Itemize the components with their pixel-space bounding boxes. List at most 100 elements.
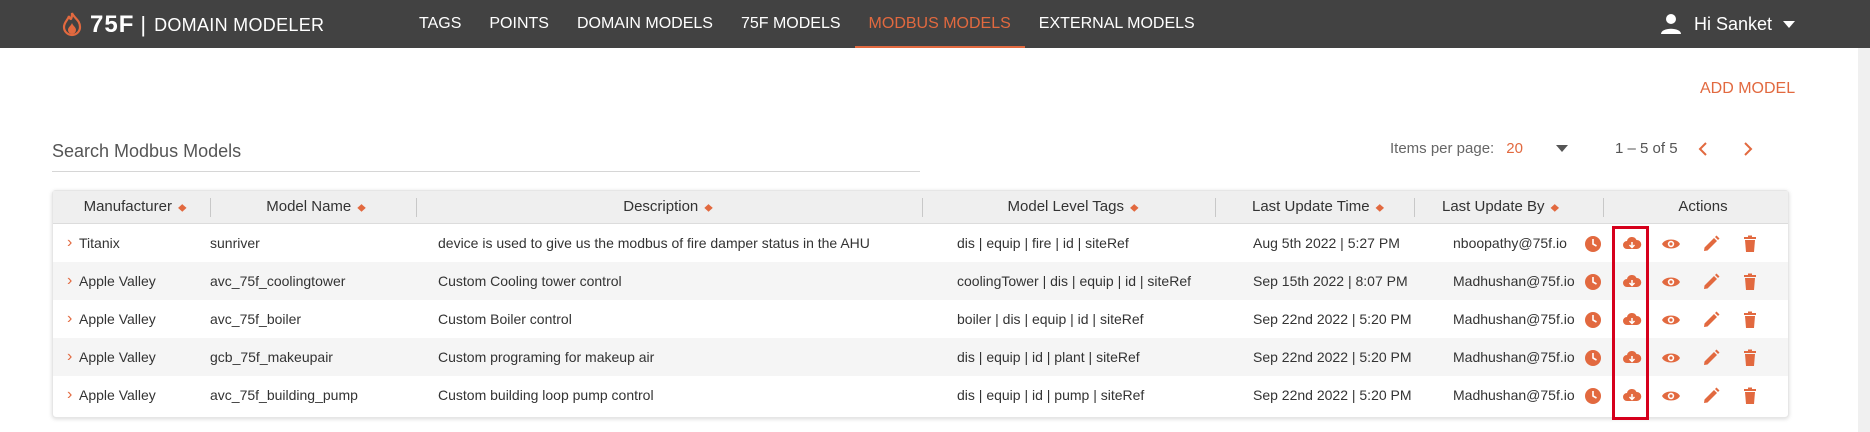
view-icon[interactable]: [1661, 272, 1681, 292]
delete-icon[interactable]: [1740, 348, 1760, 368]
delete-icon[interactable]: [1740, 272, 1760, 292]
delete-icon[interactable]: [1740, 310, 1760, 330]
cell-manufacturer: Apple Valley: [79, 273, 156, 289]
cell-model-name: gcb_75f_makeupair: [210, 349, 333, 365]
cell-description: Custom building loop pump control: [438, 387, 654, 403]
items-per-page-label: Items per page:: [1390, 140, 1495, 157]
table-row[interactable]: › Titanix sunriver device is used to give u…: [53, 224, 1788, 262]
column-label: Description: [623, 198, 699, 215]
history-icon[interactable]: [1583, 386, 1603, 406]
logo-flame-icon: [62, 12, 82, 37]
column-label: Model Name: [266, 198, 352, 215]
column-last-update-by[interactable]: Last Update By ◆: [1418, 191, 1583, 223]
delete-icon[interactable]: [1740, 234, 1760, 254]
expand-chevron-icon[interactable]: ›: [67, 262, 72, 300]
user-greeting: Hi Sanket: [1694, 13, 1773, 34]
column-divider: [1414, 198, 1415, 217]
cell-last-update-by: Madhushan@75f.io: [1453, 349, 1575, 365]
items-per-page-select[interactable]: 20: [1506, 140, 1569, 157]
user-icon: [1661, 14, 1681, 34]
cell-last-update-by: Madhushan@75f.io: [1453, 273, 1575, 289]
cell-last-update-time: Sep 22nd 2022 | 5:20 PM: [1253, 387, 1412, 403]
sort-icon: ◆: [177, 202, 187, 214]
expand-chevron-icon[interactable]: ›: [67, 300, 72, 338]
view-icon[interactable]: [1661, 234, 1681, 254]
column-divider: [922, 198, 923, 217]
next-page-icon[interactable]: [1737, 138, 1759, 160]
sort-icon: ◆: [357, 202, 366, 214]
edit-icon[interactable]: [1701, 234, 1721, 254]
delete-icon[interactable]: [1740, 386, 1760, 406]
cell-model-name: avc_75f_boiler: [210, 311, 302, 327]
nav-modbus-models[interactable]: MODBUS MODELS: [854, 0, 1025, 48]
cell-description: device is used to give us the modbus of …: [438, 235, 870, 251]
brand-name: 75F: [90, 11, 135, 38]
cell-manufacturer: Apple Valley: [79, 311, 156, 327]
sort-icon: ◆: [704, 202, 713, 214]
sort-icon: ◆: [1550, 202, 1560, 214]
column-divider: [1215, 198, 1216, 217]
brand-logo[interactable]: 75F | DOMAIN MODELER: [60, 11, 325, 38]
nav-domain-models[interactable]: DOMAIN MODELS: [563, 0, 727, 48]
search-input[interactable]: [52, 137, 920, 172]
history-icon[interactable]: [1583, 234, 1603, 254]
table-header: Manufacturer ◆ Model Name ◆ Description ◆ M…: [53, 191, 1788, 224]
view-icon[interactable]: [1661, 310, 1681, 330]
edit-icon[interactable]: [1701, 386, 1721, 406]
column-divider: [210, 198, 211, 217]
expand-chevron-icon[interactable]: ›: [67, 224, 72, 262]
column-description[interactable]: Description ◆: [423, 191, 913, 223]
cell-model-name: avc_75f_coolingtower: [210, 273, 346, 289]
table-row[interactable]: › Apple Valley avc_75f_building_pump Custom…: [53, 376, 1788, 414]
cell-last-update-time: Sep 22nd 2022 | 5:20 PM: [1253, 349, 1412, 365]
table-row[interactable]: › Apple Valley gcb_75f_makeupair Custom pro…: [53, 338, 1788, 376]
column-last-update-time[interactable]: Last Update Time ◆: [1223, 191, 1413, 223]
sort-icon: ◆: [1130, 202, 1139, 214]
nav-external-models[interactable]: EXTERNAL MODELS: [1025, 0, 1209, 48]
column-label: Last Update By: [1441, 198, 1545, 215]
nav-points[interactable]: POINTS: [475, 0, 563, 48]
expand-chevron-icon[interactable]: ›: [67, 338, 72, 376]
history-icon[interactable]: [1583, 348, 1603, 368]
column-actions: Actions: [1623, 191, 1783, 223]
cell-model-level-tags: boiler | dis | equip | id | siteRef: [957, 311, 1144, 327]
cell-manufacturer: Apple Valley: [79, 387, 156, 403]
history-icon[interactable]: [1583, 310, 1603, 330]
column-model-name[interactable]: Model Name ◆: [223, 191, 409, 223]
app-name: DOMAIN MODELER: [154, 14, 325, 35]
caret-down-icon: [1783, 21, 1796, 28]
items-per-page-value: 20: [1506, 140, 1523, 157]
page-scrollbar[interactable]: [1858, 48, 1870, 432]
edit-icon[interactable]: [1701, 348, 1721, 368]
top-bar: 75F | DOMAIN MODELER TAGS POINTS DOMAIN …: [0, 0, 1870, 48]
cell-model-level-tags: coolingTower | dis | equip | id | siteRe…: [957, 273, 1191, 289]
nav-tags[interactable]: TAGS: [405, 0, 475, 48]
column-divider: [1603, 198, 1604, 217]
history-icon[interactable]: [1583, 272, 1603, 292]
table-row[interactable]: › Apple Valley avc_75f_boiler Custom Boiler…: [53, 300, 1788, 338]
expand-chevron-icon[interactable]: ›: [67, 376, 72, 414]
edit-icon[interactable]: [1701, 310, 1721, 330]
column-model-level-tags[interactable]: Model Level Tags ◆: [933, 191, 1213, 223]
sort-icon: ◆: [1375, 202, 1385, 214]
add-model-button[interactable]: ADD MODEL: [1700, 80, 1795, 98]
edit-icon[interactable]: [1701, 272, 1721, 292]
cell-last-update-by: Madhushan@75f.io: [1453, 311, 1575, 327]
view-icon[interactable]: [1661, 386, 1681, 406]
cell-last-update-by: Madhushan@75f.io: [1453, 387, 1575, 403]
cell-last-update-time: Sep 15th 2022 | 8:07 PM: [1253, 273, 1408, 289]
column-label: Actions: [1678, 198, 1728, 215]
main-nav: TAGS POINTS DOMAIN MODELS 75F MODELS MOD…: [405, 0, 1209, 48]
table-row[interactable]: › Apple Valley avc_75f_coolingtower Custom …: [53, 262, 1788, 300]
brand-separator: |: [140, 12, 147, 37]
cell-last-update-time: Aug 5th 2022 | 5:27 PM: [1253, 235, 1400, 251]
user-menu[interactable]: Hi Sanket: [1660, 0, 1808, 48]
nav-75f-models[interactable]: 75F MODELS: [727, 0, 855, 48]
previous-page-icon[interactable]: [1692, 138, 1714, 160]
column-label: Last Update Time: [1251, 198, 1370, 215]
column-divider: [416, 198, 417, 217]
column-manufacturer[interactable]: Manufacturer ◆: [67, 191, 203, 223]
cell-last-update-by: nboopathy@75f.io: [1453, 235, 1567, 251]
view-icon[interactable]: [1661, 348, 1681, 368]
cell-model-level-tags: dis | equip | id | pump | siteRef: [957, 387, 1145, 403]
